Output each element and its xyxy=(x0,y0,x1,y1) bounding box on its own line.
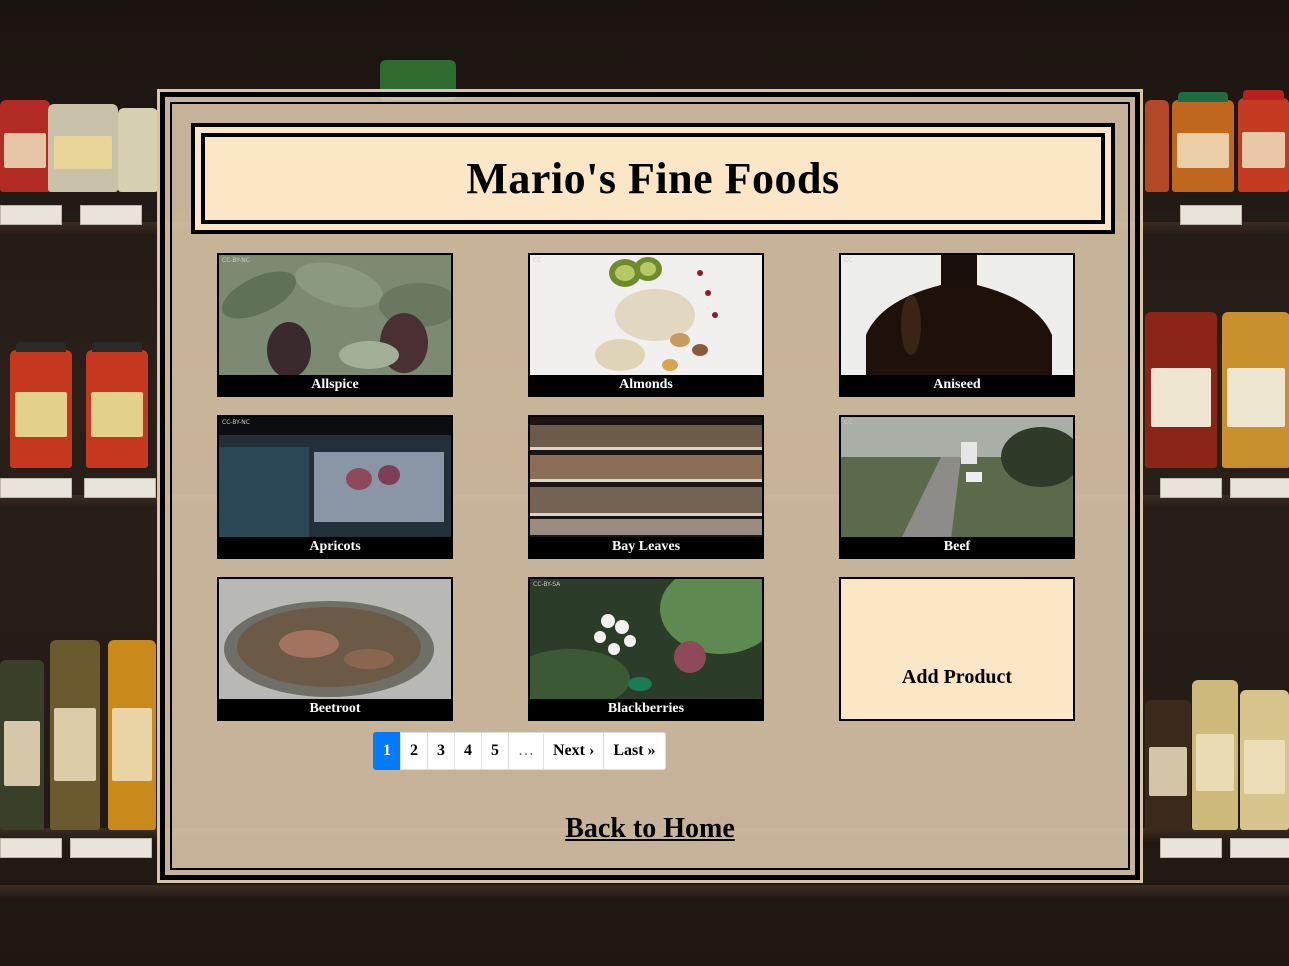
product-image xyxy=(530,255,762,377)
page-link-1[interactable]: 1 xyxy=(373,732,401,770)
page-link-5[interactable]: 5 xyxy=(481,732,509,770)
product-name: Beetroot xyxy=(219,699,451,719)
add-product-label: Add Product xyxy=(901,666,1013,688)
product-card-beetroot[interactable]: Beetroot xyxy=(217,577,453,721)
product-card-blackberries[interactable]: CC-BY-SA Blackberries xyxy=(528,577,764,721)
product-card-almonds[interactable]: CC Almonds xyxy=(528,253,764,397)
product-image xyxy=(530,417,762,539)
title-banner: Mario's Fine Foods xyxy=(191,123,1115,234)
add-product-button[interactable]: Add Product xyxy=(839,577,1075,721)
product-name: Apricots xyxy=(219,537,451,557)
product-name: Blackberries xyxy=(530,699,762,719)
product-image xyxy=(530,579,762,701)
license-badge: CC xyxy=(844,419,853,426)
product-card-allspice[interactable]: CC-BY-NC Allspice xyxy=(217,253,453,397)
pagination: 1 2 3 4 5 … Next › Last » xyxy=(373,732,666,770)
product-name: Almonds xyxy=(530,375,762,395)
next-page-link[interactable]: Next › xyxy=(543,732,605,770)
page-title: Mario's Fine Foods xyxy=(466,154,840,203)
product-image xyxy=(219,579,451,701)
license-badge: CC-BY-NC xyxy=(222,257,250,264)
title-banner-inner: Mario's Fine Foods xyxy=(201,133,1105,224)
license-badge: CC-BY-SA xyxy=(533,581,561,588)
product-card-aniseed[interactable]: CC Aniseed xyxy=(839,253,1075,397)
license-badge: CC xyxy=(844,257,853,264)
product-card-beef[interactable]: CC Beef xyxy=(839,415,1075,559)
product-name: Allspice xyxy=(219,375,451,395)
product-name: Beef xyxy=(841,537,1073,557)
product-image xyxy=(841,417,1073,539)
last-page-link[interactable]: Last » xyxy=(603,732,666,770)
product-image xyxy=(841,255,1073,377)
store-panel: Mario's Fine Foods CC-BY-NC Allspice CC … xyxy=(157,89,1143,883)
product-name: Aniseed xyxy=(841,375,1073,395)
page-link-2[interactable]: 2 xyxy=(400,732,428,770)
product-image xyxy=(219,255,451,377)
product-name: Bay Leaves xyxy=(530,537,762,557)
page-ellipsis: … xyxy=(508,732,544,770)
license-badge: CC xyxy=(533,257,542,264)
footer: Back to Home xyxy=(160,813,1140,845)
product-card-apricots[interactable]: CC-BY-NC Apricots xyxy=(217,415,453,559)
product-card-bay-leaves[interactable]: Bay Leaves xyxy=(528,415,764,559)
page-link-3[interactable]: 3 xyxy=(427,732,455,770)
page-link-4[interactable]: 4 xyxy=(454,732,482,770)
license-badge: CC-BY-NC xyxy=(222,419,250,426)
product-image xyxy=(219,417,451,539)
back-to-home-link[interactable]: Back to Home xyxy=(565,813,735,844)
